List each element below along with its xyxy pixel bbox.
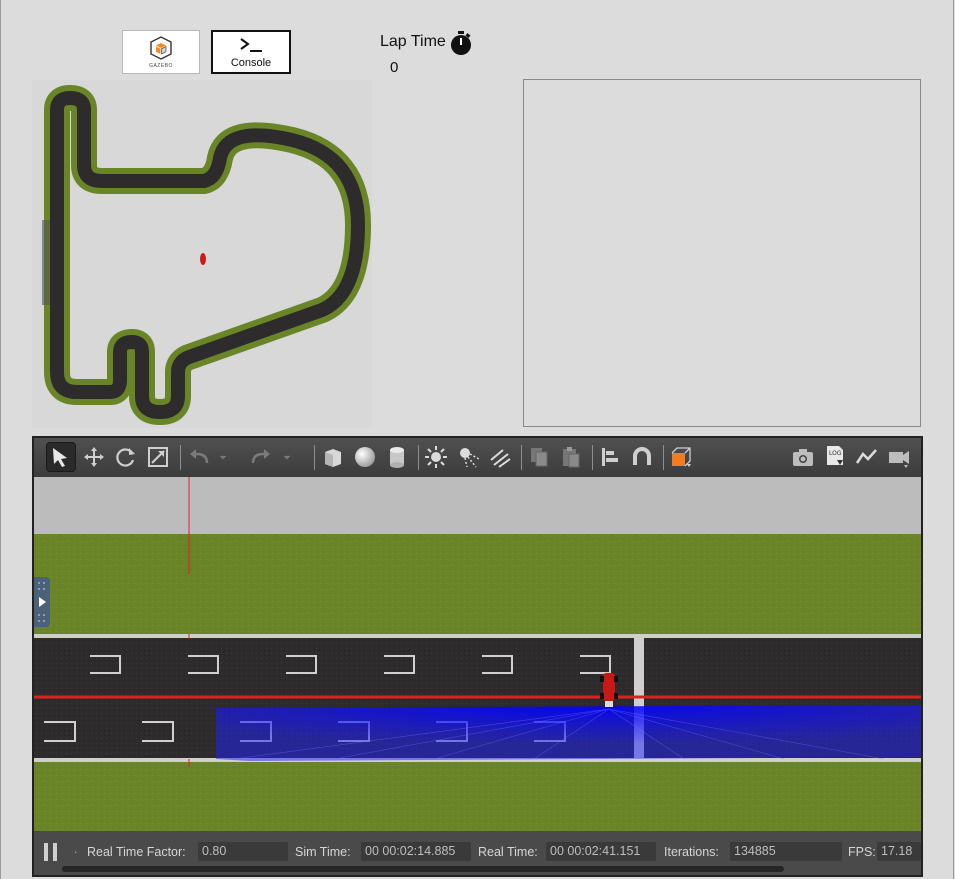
- view-angle-button[interactable]: [666, 442, 696, 472]
- copy-icon: [531, 448, 548, 467]
- redo-history-dropdown[interactable]: [280, 442, 294, 472]
- undo-icon: [190, 449, 209, 464]
- laser-scan: [216, 705, 921, 761]
- redo-icon: [251, 449, 270, 464]
- scene-viewport[interactable]: [34, 477, 921, 831]
- scale-icon: [148, 447, 168, 467]
- lap-time-title: Lap Time: [380, 33, 446, 50]
- video-camera-icon: [889, 451, 909, 468]
- toolbar-separator: [314, 445, 315, 470]
- gazebo-logo-icon: [150, 36, 172, 60]
- scene-render: [34, 477, 921, 831]
- undo-button[interactable]: [184, 442, 214, 472]
- sim-time-value: 00 00:02:14.885: [361, 842, 471, 861]
- real-time-factor-value: 0.80: [198, 842, 288, 861]
- window-border-left: [0, 0, 1, 879]
- camera-icon: [793, 449, 813, 466]
- log-button[interactable]: LOG: [820, 442, 850, 472]
- pause-icon: [44, 843, 48, 861]
- select-tool-button[interactable]: [46, 442, 76, 472]
- arrow-cursor-icon: [53, 448, 67, 467]
- real-time-label: Real Time:: [478, 845, 538, 859]
- chevron-down-icon: [219, 455, 227, 460]
- move-arrows-icon: [84, 447, 104, 467]
- align-icon: [602, 448, 618, 466]
- box-icon: [325, 449, 341, 467]
- magnet-icon: [633, 447, 651, 465]
- record-video-button[interactable]: [884, 442, 914, 472]
- undo-history-dropdown[interactable]: [216, 442, 230, 472]
- real-time-factor-label: Real Time Factor:: [87, 845, 186, 859]
- translate-tool-button[interactable]: [79, 442, 109, 472]
- toolbar-separator: [521, 445, 522, 470]
- redo-button[interactable]: [246, 442, 276, 472]
- gazebo-toolbar: LOG: [34, 438, 921, 478]
- view-cube-icon: [671, 447, 691, 467]
- snap-button[interactable]: [627, 442, 657, 472]
- copy-button[interactable]: [524, 442, 554, 472]
- pause-button[interactable]: [44, 843, 60, 861]
- iterations-value: 134885: [730, 842, 842, 861]
- scale-tool-button[interactable]: [143, 442, 173, 472]
- toolbar-separator: [592, 445, 593, 470]
- chevron-down-icon: [283, 455, 291, 460]
- plot-panel: [523, 79, 921, 427]
- toolbar-separator: [180, 445, 181, 470]
- box-shape-button[interactable]: [318, 442, 348, 472]
- sphere-icon: [355, 447, 375, 467]
- gazebo-window: LOG . Real Time Factor: 0.80 Sim Time: 0…: [32, 436, 923, 877]
- sim-time-label: Sim Time:: [295, 845, 351, 859]
- cylinder-icon: [390, 447, 404, 468]
- spot-light-button[interactable]: [453, 442, 483, 472]
- directional-light-icon: [490, 449, 511, 468]
- svg-text:LOG: LOG: [829, 450, 842, 457]
- rotate-icon: [116, 448, 135, 467]
- side-panel-handle[interactable]: [34, 577, 50, 627]
- gazebo-button-label: GAZEBO: [149, 63, 173, 69]
- point-light-button[interactable]: [421, 442, 451, 472]
- console-button[interactable]: Console: [211, 30, 291, 74]
- plot-button[interactable]: [852, 442, 882, 472]
- horizontal-scrollbar[interactable]: [62, 866, 784, 872]
- track-map: [32, 80, 372, 428]
- screenshot-button[interactable]: [788, 442, 818, 472]
- align-button[interactable]: [595, 442, 625, 472]
- iterations-label: Iterations:: [664, 845, 719, 859]
- log-file-icon: LOG: [827, 446, 843, 465]
- spotlight-icon: [460, 448, 480, 468]
- fps-label: FPS:: [848, 845, 876, 859]
- toolbar-separator: [663, 445, 664, 470]
- console-button-label: Console: [230, 56, 272, 69]
- status-bar: . Real Time Factor: 0.80 Sim Time: 00 00…: [34, 831, 921, 875]
- stopwatch-icon: [451, 31, 471, 55]
- paste-icon: [563, 447, 580, 468]
- fps-value: 17.18: [877, 842, 921, 861]
- line-chart-icon: [855, 449, 877, 464]
- gazebo-button[interactable]: GAZEBO: [122, 30, 200, 74]
- rotate-tool-button[interactable]: [111, 442, 141, 472]
- car-position-marker: [200, 253, 206, 265]
- terminal-icon: [240, 37, 262, 52]
- paste-button[interactable]: [556, 442, 586, 472]
- real-time-value: 00 00:02:41.151: [546, 842, 656, 861]
- expand-arrow-icon: [38, 582, 46, 622]
- directional-light-button[interactable]: [485, 442, 515, 472]
- cylinder-shape-button[interactable]: [382, 442, 412, 472]
- sun-icon: [425, 446, 447, 468]
- lap-time-value: 0: [390, 59, 399, 76]
- sphere-shape-button[interactable]: [350, 442, 380, 472]
- toolbar-separator: [418, 445, 419, 470]
- window-border-right: [953, 0, 954, 879]
